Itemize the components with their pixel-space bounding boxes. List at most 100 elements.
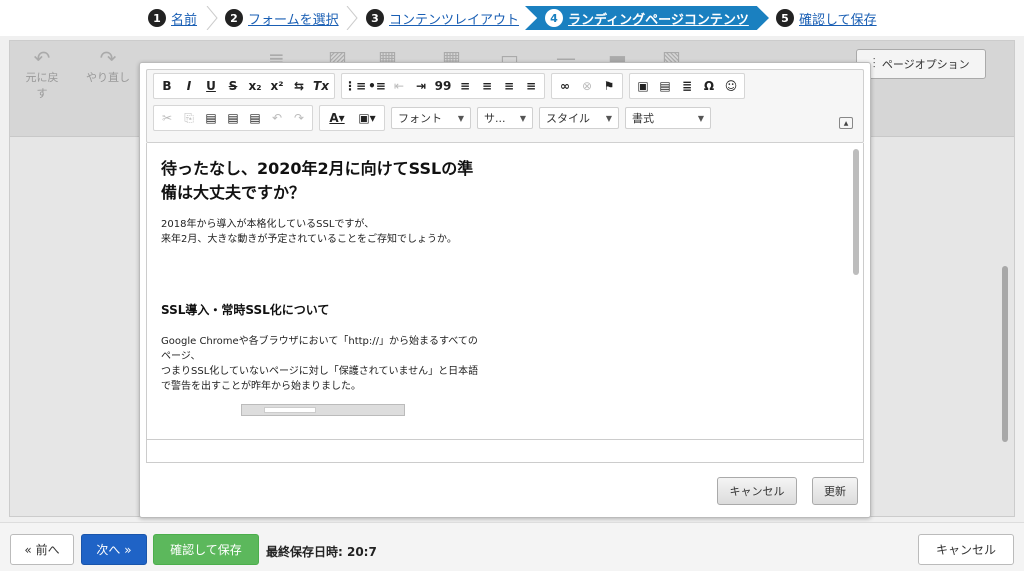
superscript-button[interactable]: x² — [266, 75, 288, 97]
style-select-label: スタイル — [546, 112, 590, 125]
style-select[interactable]: スタイル ▼ — [539, 107, 619, 129]
redo-icon: ↷ — [99, 46, 117, 70]
image-button[interactable]: ▣ — [632, 75, 654, 97]
remove-format-button[interactable]: ⇆ — [288, 75, 310, 97]
paragraph-line: つまりSSL化していないページに対し「保護されていません」と日本語で警告を出すこ… — [161, 366, 479, 392]
step-number: 4 — [545, 9, 563, 27]
next-button[interactable]: 次へ » — [81, 534, 147, 565]
page-options-label: ページオプション — [881, 58, 970, 71]
paste-word-icon[interactable]: ▤ — [244, 107, 266, 129]
last-saved-text: 最終保存日時: 20:7 — [266, 545, 377, 559]
step-number: 3 — [366, 9, 384, 27]
step-label[interactable]: 名前 — [171, 9, 197, 28]
content-subheading: SSL導入・常時SSL化について — [161, 303, 330, 317]
step-number: 5 — [776, 9, 794, 27]
cut-icon[interactable]: ✂ — [156, 107, 178, 129]
step-label[interactable]: コンテンツレイアウト — [389, 9, 519, 28]
step-name[interactable]: 1 名前 — [148, 7, 197, 29]
align-center-button[interactable]: ≡ — [476, 75, 498, 97]
chevron-down-icon: ▼ — [697, 113, 704, 123]
link-button[interactable]: ∞ — [554, 75, 576, 97]
align-justify-button[interactable]: ≡ — [520, 75, 542, 97]
paste-icon[interactable]: ▤ — [200, 107, 222, 129]
paragraph-group: ⋮≡ •≡ ⇤ ⇥ 99 ≡ ≡ ≡ ≡ — [341, 73, 545, 99]
sliders-icon: ⫶ — [872, 56, 876, 72]
dialog-cancel-button[interactable]: キャンセル — [717, 477, 797, 505]
prev-button[interactable]: « 前へ — [10, 534, 74, 565]
editor-status-bar — [146, 440, 864, 463]
editor-toolbar: B I U S x₂ x² ⇆ Tx ⋮≡ •≡ ⇤ ⇥ 99 ≡ ≡ ≡ ≡ — [146, 69, 864, 143]
special-char-button[interactable]: Ω — [698, 75, 720, 97]
copy-icon[interactable]: ⎘ — [178, 107, 200, 129]
dialog-update-button[interactable]: 更新 — [812, 477, 858, 505]
insert-group: ▣ ▤ ≣ Ω ☺ — [629, 73, 745, 99]
horizontal-line-button[interactable]: ≣ — [676, 75, 698, 97]
font-select-label: フォント — [398, 112, 442, 125]
size-select-label: サ... — [484, 112, 506, 125]
outdent-button[interactable]: ⇤ — [388, 75, 410, 97]
chevron-down-icon: ▼ — [605, 113, 612, 123]
blockquote-button[interactable]: 99 — [432, 75, 454, 97]
content-scrollbar[interactable] — [853, 149, 859, 275]
step-layout[interactable]: 3 コンテンツレイアウト — [366, 7, 519, 29]
underline-button[interactable]: U — [200, 75, 222, 97]
paragraph-line: 2018年から導入が本格化しているSSLですが、 — [161, 219, 375, 230]
step-number: 1 — [148, 9, 166, 27]
step-label[interactable]: ランディングページコンテンツ — [568, 9, 749, 28]
indent-button[interactable]: ⇥ — [410, 75, 432, 97]
format-select[interactable]: 書式 ▼ — [625, 107, 711, 129]
bg-color-icon[interactable]: ▣▾ — [352, 107, 382, 129]
editor-content-area[interactable]: 待ったなし、2020年2月に向けてSSLの準備は大丈夫ですか？ 2018年から導… — [146, 143, 864, 440]
align-right-button[interactable]: ≡ — [498, 75, 520, 97]
clear-format-button[interactable]: Tx — [310, 75, 332, 97]
content-editor-dialog: B I U S x₂ x² ⇆ Tx ⋮≡ •≡ ⇤ ⇥ 99 ≡ ≡ ≡ ≡ — [139, 62, 871, 518]
redo-icon[interactable]: ↷ — [288, 107, 310, 129]
collapse-toolbar-icon[interactable]: ▲ — [839, 117, 853, 129]
chevron-right-icon — [206, 6, 218, 30]
content-paragraph: 2018年から導入が本格化しているSSLですが、来年2月、大きな動きが予定されて… — [161, 217, 481, 247]
footer-bar: « 前へ 次へ » 確認して保存 最終保存日時: 20:7 キャンセル — [0, 522, 1024, 571]
paste-text-icon[interactable]: ▤ — [222, 107, 244, 129]
redo-label: やり直し — [86, 71, 130, 84]
align-left-button[interactable]: ≡ — [454, 75, 476, 97]
step-number: 2 — [225, 9, 243, 27]
color-group: A▾ ▣▾ — [319, 105, 385, 131]
wizard-steps: 1 名前 2 フォームを選択 3 コンテンツレイアウト 4 ランディングページコ… — [0, 0, 1024, 36]
italic-button[interactable]: I — [178, 75, 200, 97]
bulleted-list-button[interactable]: •≡ — [366, 75, 388, 97]
bold-button[interactable]: B — [156, 75, 178, 97]
paragraph-line: 来年2月、大きな動きが予定されていることをご存知でしょうか。 — [161, 234, 457, 245]
cancel-button[interactable]: キャンセル — [918, 534, 1014, 565]
content-heading: 待ったなし、2020年2月に向けてSSLの準備は大丈夫ですか？ — [161, 159, 474, 202]
anchor-button[interactable]: ⚑ — [598, 75, 620, 97]
size-select[interactable]: サ... ▼ — [477, 107, 533, 129]
chevron-down-icon: ▼ — [457, 113, 464, 123]
undo-button[interactable]: ↶ 元に戻す — [22, 47, 62, 101]
strikethrough-button[interactable]: S — [222, 75, 244, 97]
step-label[interactable]: 確認して保存 — [799, 9, 877, 28]
unlink-button[interactable]: ⊗ — [576, 75, 598, 97]
undo-icon[interactable]: ↶ — [266, 107, 288, 129]
clipboard-group: ✂ ⎘ ▤ ▤ ▤ ↶ ↷ — [153, 105, 313, 131]
page-options-button[interactable]: ⫶ ページオプション — [856, 49, 986, 79]
subscript-button[interactable]: x₂ — [244, 75, 266, 97]
links-group: ∞ ⊗ ⚑ — [551, 73, 623, 99]
chevron-right-icon — [346, 6, 358, 30]
table-button[interactable]: ▤ — [654, 75, 676, 97]
redo-button[interactable]: ↷ やり直し — [86, 47, 130, 85]
step-confirm[interactable]: 5 確認して保存 — [776, 7, 877, 29]
numbered-list-button[interactable]: ⋮≡ — [344, 75, 366, 97]
confirm-save-button[interactable]: 確認して保存 — [153, 534, 259, 565]
paragraph-line: Google Chromeや各ブラウザにおいて「http://」から始まるすべて… — [161, 336, 478, 362]
undo-icon: ↶ — [33, 46, 51, 70]
basic-styles-group: B I U S x₂ x² ⇆ Tx — [153, 73, 335, 99]
step-landing-content[interactable]: 4 ランディングページコンテンツ — [525, 6, 769, 30]
text-color-icon[interactable]: A▾ — [322, 107, 352, 129]
emoji-button[interactable]: ☺ — [720, 75, 742, 97]
step-label[interactable]: フォームを選択 — [248, 9, 339, 28]
page-scrollbar[interactable] — [1002, 266, 1008, 442]
step-form[interactable]: 2 フォームを選択 — [225, 7, 339, 29]
undo-label: 元に戻す — [25, 71, 59, 100]
format-select-label: 書式 — [632, 112, 654, 125]
font-select[interactable]: フォント ▼ — [391, 107, 471, 129]
